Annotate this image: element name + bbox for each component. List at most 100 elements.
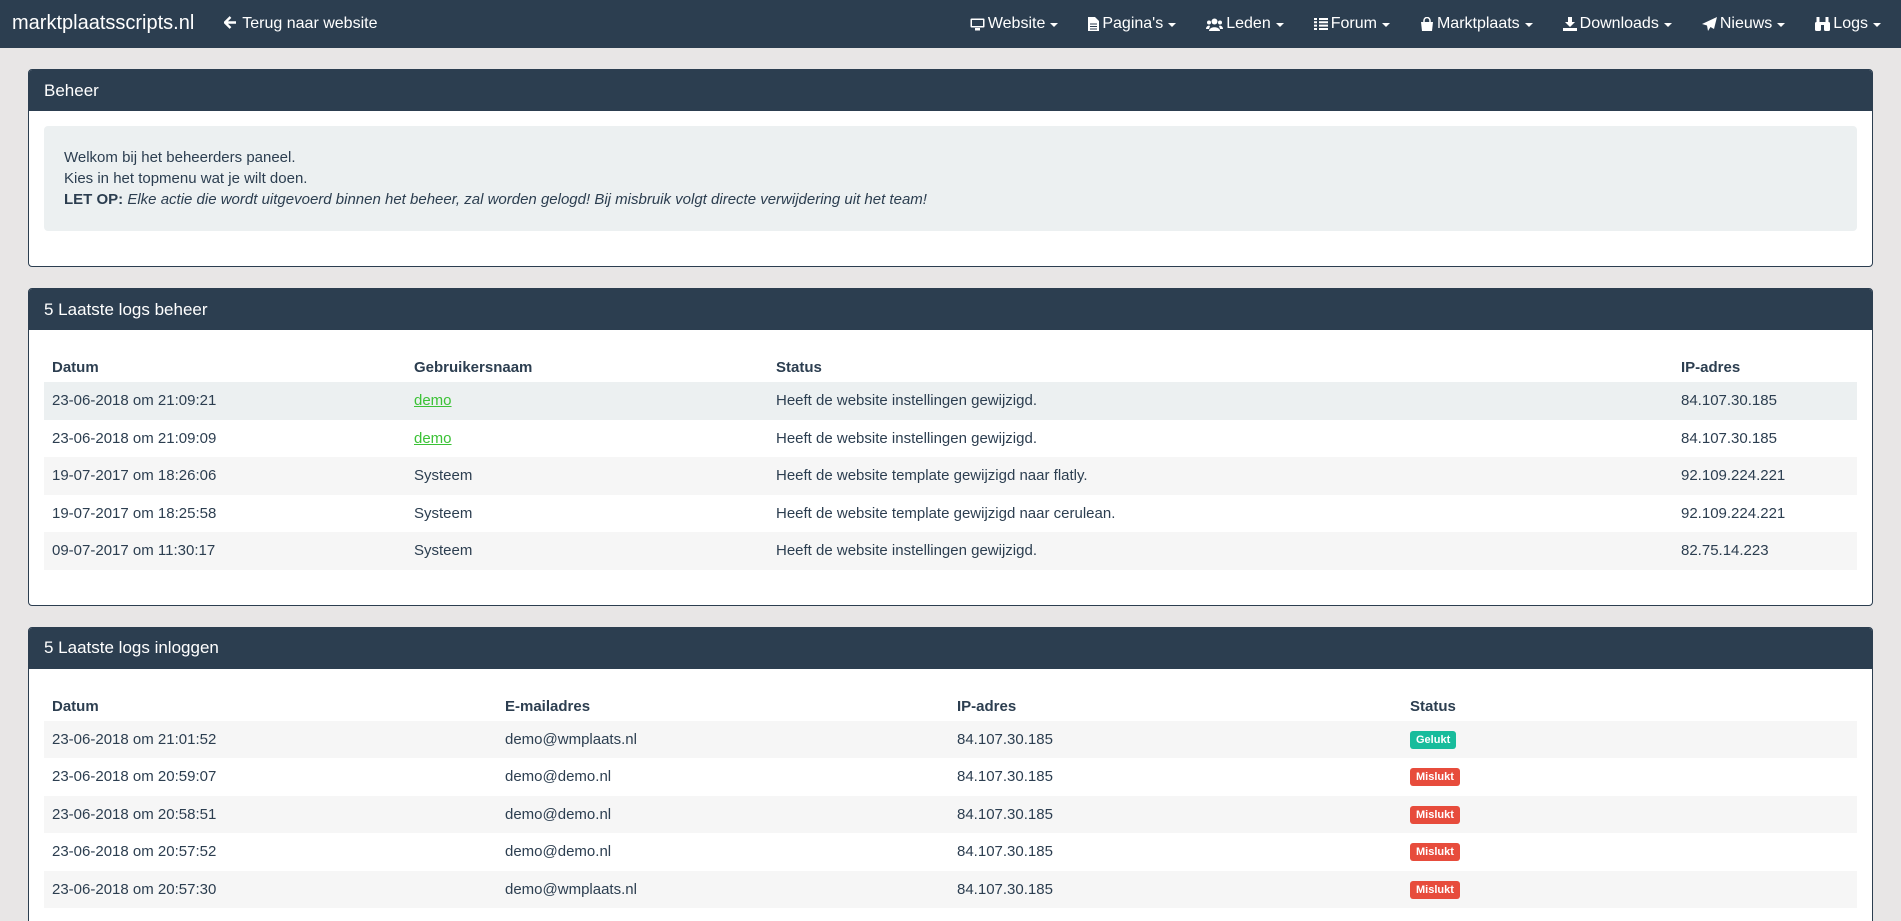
- table-row: 23-06-2018 om 21:09:21 demo Heeft de web…: [44, 382, 1857, 420]
- column-header-status: Status: [776, 359, 822, 376]
- table-row: 19-07-2017 om 18:25:58 Systeem Heeft de …: [44, 495, 1857, 533]
- nav-website[interactable]: Website: [970, 15, 1059, 33]
- warning-text: Elke actie die wordt uitgevoerd binnen h…: [127, 191, 927, 208]
- logs-beheer-panel: 5 Laatste logs beheer Datum Gebruikersna…: [28, 288, 1873, 606]
- column-header-status: Status: [1410, 697, 1456, 715]
- status-cell: Heeft de website instellingen gewijzigd.: [776, 392, 1037, 410]
- date-cell: 23-06-2018 om 20:57:52: [52, 843, 217, 861]
- logs-inloggen-table: Datum E-mailadres IP-adres Status 23-06-…: [44, 684, 1857, 909]
- nav-downloads[interactable]: Downloads: [1562, 15, 1672, 33]
- column-header-datum: Datum: [52, 697, 99, 715]
- nav-forum-label: Forum: [1330, 15, 1377, 32]
- column-header-ip-adres: IP-adres: [957, 697, 1017, 715]
- logs-inloggen-title: 5 Laatste logs inloggen: [29, 627, 1872, 669]
- status-cell: Mislukt: [1402, 833, 1857, 871]
- table-row: 23-06-2018 om 20:59:07 demo@demo.nl 84.1…: [44, 758, 1857, 796]
- list-icon: [1313, 18, 1328, 30]
- download-icon: [1562, 17, 1577, 31]
- date-cell: 23-06-2018 om 21:09:21: [52, 392, 217, 410]
- user-cell: Systeem: [414, 504, 473, 522]
- status-badge: Mislukt: [1410, 843, 1460, 862]
- user-cell: Systeem: [414, 542, 473, 560]
- ip-cell: 84.107.30.185: [957, 843, 1053, 861]
- nav-forum[interactable]: Forum: [1313, 15, 1390, 33]
- column-header-gebruikersnaam: Gebruikersnaam: [414, 359, 533, 376]
- date-cell: 23-06-2018 om 20:57:30: [52, 880, 217, 898]
- chevron-down-icon: [1050, 23, 1059, 27]
- nav-website-label: Website: [987, 15, 1046, 32]
- status-cell: Gelukt: [1402, 721, 1857, 759]
- nav-marktplaats-label: Marktplaats: [1436, 15, 1520, 32]
- back-to-website-link[interactable]: Terug naar website: [223, 15, 378, 33]
- user-cell: demo: [406, 382, 768, 420]
- status-cell: Heeft de website template gewijzigd naar…: [776, 504, 1116, 522]
- table-row: 23-06-2018 om 21:01:52 demo@wmplaats.nl …: [44, 720, 1857, 759]
- logs-beheer-title: 5 Laatste logs beheer: [29, 289, 1872, 330]
- date-cell: 09-07-2017 om 11:30:17: [52, 542, 216, 560]
- status-cell: Heeft de website instellingen gewijzigd.: [776, 542, 1037, 560]
- user-cell: demo: [406, 420, 768, 458]
- status-cell: Heeft de website instellingen gewijzigd.: [776, 429, 1037, 447]
- user-link[interactable]: demo: [414, 392, 452, 409]
- date-cell: 23-06-2018 om 21:09:09: [52, 429, 217, 447]
- ip-cell: 92.109.224.221: [1681, 467, 1786, 485]
- nav-logs[interactable]: Logs: [1815, 15, 1881, 33]
- nav-leden[interactable]: Leden: [1206, 15, 1284, 33]
- warning-line: LET OP: Elke actie die wordt uitgevoerd …: [64, 189, 1837, 210]
- monitor-icon: [970, 18, 985, 31]
- status-cell: Mislukt: [1402, 796, 1857, 834]
- ip-cell: 92.109.224.221: [1681, 504, 1786, 522]
- nav-nieuws-label: Nieuws: [1719, 15, 1773, 32]
- table-row: 09-07-2017 om 11:30:17 Systeem Heeft de …: [44, 532, 1857, 570]
- brand-logo[interactable]: marktplaatsscripts.nl: [12, 12, 194, 35]
- nav-nieuws[interactable]: Nieuws: [1701, 15, 1786, 33]
- paper-plane-icon: [1701, 17, 1717, 31]
- binoculars-icon: [1815, 17, 1831, 31]
- nav-marktplaats[interactable]: Marktplaats: [1420, 15, 1533, 33]
- date-cell: 23-06-2018 om 21:01:52: [52, 730, 217, 748]
- users-icon: [1206, 18, 1224, 31]
- file-icon: [1088, 17, 1100, 31]
- chevron-down-icon: [1873, 23, 1881, 27]
- email-cell: demo@wmplaats.nl: [505, 880, 637, 898]
- status-badge: Gelukt: [1410, 730, 1457, 749]
- status-cell: Mislukt: [1402, 871, 1857, 909]
- welcome-line: Welkom bij het beheerders paneel.: [64, 149, 296, 166]
- chevron-down-icon: [1663, 23, 1672, 27]
- nav-logs-label: Logs: [1833, 15, 1868, 32]
- ip-cell: 84.107.30.185: [957, 768, 1053, 786]
- user-link[interactable]: demo: [414, 430, 452, 447]
- top-navbar: marktplaatsscripts.nl Terug naar website…: [0, 0, 1901, 48]
- column-header-ip-adres: IP-adres: [1681, 359, 1741, 376]
- status-cell: Mislukt: [1402, 758, 1857, 796]
- back-link-label: Terug naar website: [242, 15, 378, 32]
- ip-cell: 84.107.30.185: [1681, 392, 1777, 410]
- ip-cell: 84.107.30.185: [957, 730, 1053, 748]
- beheer-panel-title: Beheer: [29, 70, 1872, 111]
- ip-cell: 84.107.30.185: [957, 880, 1053, 898]
- user-cell: Systeem: [414, 467, 473, 485]
- beheer-panel: Beheer Welkom bij het beheerders paneel.…: [28, 69, 1873, 267]
- arrow-left-icon: [223, 15, 237, 33]
- ip-cell: 84.107.30.185: [957, 805, 1053, 823]
- warning-label: LET OP:: [64, 191, 124, 208]
- chevron-down-icon: [1275, 23, 1284, 27]
- ip-cell: 82.75.14.223: [1681, 542, 1769, 560]
- chevron-down-icon: [1168, 23, 1177, 27]
- logs-inloggen-panel: 5 Laatste logs inloggen Datum E-mailadre…: [28, 626, 1873, 921]
- chevron-down-icon: [1381, 23, 1390, 27]
- nav-paginas[interactable]: Pagina's: [1088, 15, 1177, 33]
- status-badge: Mislukt: [1410, 880, 1460, 899]
- nav-paginas-label: Pagina's: [1102, 15, 1164, 32]
- nav-leden-label: Leden: [1226, 15, 1271, 32]
- chevron-down-icon: [1777, 23, 1786, 27]
- email-cell: demo@demo.nl: [505, 768, 612, 786]
- table-row: 23-06-2018 om 20:57:52 demo@demo.nl 84.1…: [44, 833, 1857, 871]
- status-cell: Heeft de website template gewijzigd naar…: [776, 467, 1088, 485]
- chevron-down-icon: [1524, 23, 1533, 27]
- date-cell: 19-07-2017 om 18:26:06: [52, 467, 217, 485]
- email-cell: demo@demo.nl: [505, 805, 612, 823]
- column-header-datum: Datum: [52, 359, 99, 376]
- table-row: 23-06-2018 om 20:57:30 demo@wmplaats.nl …: [44, 870, 1857, 909]
- status-badge: Mislukt: [1410, 768, 1460, 787]
